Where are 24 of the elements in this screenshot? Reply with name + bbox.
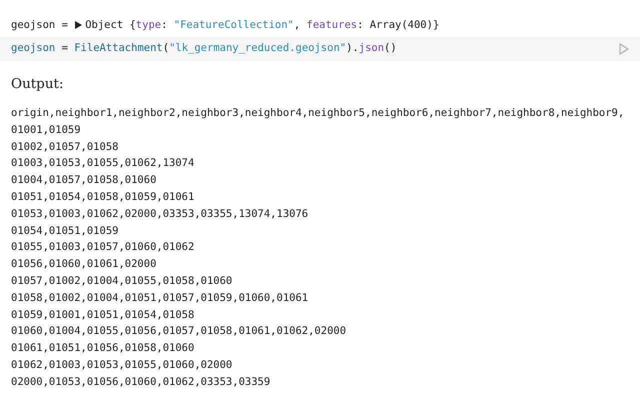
output-line: 01059,01001,01051,01054,01058 (11, 308, 194, 323)
output-line: 01053,01003,01062,02000,03353,03355,13074,13076 (11, 206, 308, 222)
output-line: 01055,01003,01057,01060,01062 (11, 240, 194, 256)
output-line: origin,neighbor1,neighbor2,neighbor3,neighbor4,neighbor5,neighbor6,neighbor7,neighbor8,neighbor9, (11, 106, 624, 121)
output-line: 02000,01053,01056,01060,01062,03353,03359 (11, 374, 270, 390)
output-line: 01001,01059 (11, 122, 81, 138)
cell-name: geojson = (11, 18, 69, 33)
output-line: 01060,01004,01055,01056,01057,01058,01061,01062,02000 (11, 324, 346, 340)
output-line: 01004,01057,01058,01060 (11, 173, 156, 188)
code-cell[interactable]: geojson = FileAttachment("lk_germany_reduced.geojson").json() (0, 37, 640, 61)
output-line: 01054,01051,01059 (11, 224, 118, 239)
output-line: 01051,01054,01058,01059,01061 (11, 190, 194, 205)
output-line: 01057,01002,01004,01055,01058,01060 (11, 274, 232, 289)
object-summary: Object {type: "FeatureCollection", features: Array(400)} (85, 18, 440, 33)
output-line: 01058,01002,01004,01051,01057,01059,01060,01061 (11, 290, 308, 306)
caret-icon (75, 21, 82, 29)
output-line: 01003,01053,01055,01062,13074 (11, 156, 194, 172)
code-line: geojson = FileAttachment("lk_germany_reduced.geojson").json() (11, 41, 397, 56)
output-line: 01061,01051,01056,01058,01060 (11, 341, 194, 356)
output-line: 01056,01060,01061,02000 (11, 257, 156, 272)
output-line: 01062,01003,01053,01055,01060,02000 (11, 358, 232, 373)
output-line: 01002,01057,01058 (11, 140, 118, 155)
expand-toggle[interactable] (74, 20, 84, 30)
output-label: Output: (10, 75, 64, 94)
